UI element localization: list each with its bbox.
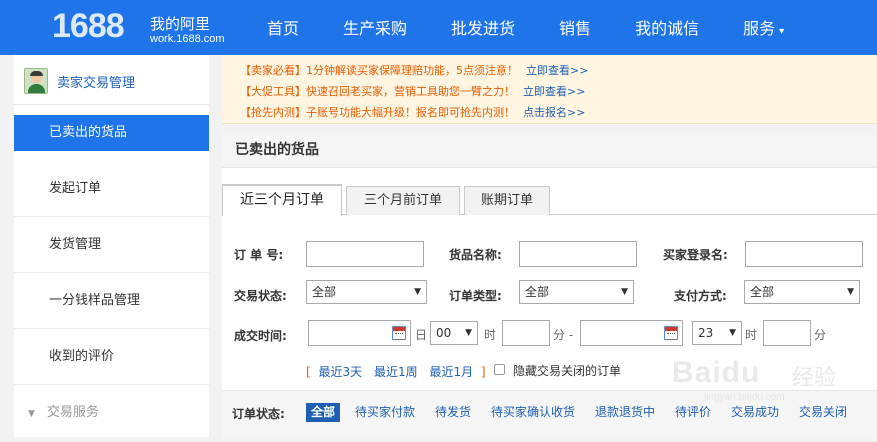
nav-home[interactable]: 首页 — [245, 0, 321, 55]
caret-down-icon: ▼ — [28, 409, 35, 419]
baidu-watermark: Baidu 经验 jingyan.baidu.com — [672, 348, 872, 408]
quick-range-3-days[interactable]: 最近3天 — [319, 365, 363, 379]
sidebar-group-trade-services[interactable]: ▼ 交易服务 — [14, 385, 209, 441]
trade-status-value: 全部 — [312, 285, 337, 299]
notice-item: 【大促工具】快速召回老买家，营销工具助您一臂之力！ 立即查看>> — [240, 81, 877, 102]
order-type-label: 订单类型: — [449, 289, 502, 303]
notice-text: 【大促工具】快速召回老买家，营销工具助您一臂之力！ — [240, 85, 515, 98]
start-date-input[interactable] — [308, 320, 411, 346]
notice-item: 【抢先内测】子账号功能大幅升级！报名即可抢先内测！ 点击报名>> — [240, 102, 877, 123]
nav-services[interactable]: 服务 ▾ — [721, 0, 806, 55]
end-minute-input[interactable] — [763, 320, 811, 346]
status-refunding[interactable]: 退款退货中 — [591, 403, 659, 422]
dropdown-arrow-icon: ▼ — [847, 287, 854, 297]
dropdown-arrow-icon: ▼ — [414, 287, 421, 297]
order-no-input[interactable] — [306, 241, 424, 267]
quick-range-1-week[interactable]: 最近1周 — [374, 365, 418, 379]
trade-status-label: 交易状态: — [234, 289, 287, 303]
chevron-down-icon: ▾ — [779, 26, 785, 37]
sidebar-item-shipping[interactable]: 发货管理 — [14, 217, 209, 273]
nav-production-purchase[interactable]: 生产采购 — [321, 0, 429, 55]
status-awaiting-receipt[interactable]: 待买家确认收货 — [487, 403, 579, 422]
sidebar-group-label: 交易服务 — [46, 405, 99, 420]
buyer-login-input[interactable] — [745, 241, 863, 267]
nav-wholesale[interactable]: 批发进货 — [429, 0, 537, 55]
quick-range-1-month[interactable]: 最近1月 — [429, 365, 473, 379]
deal-time-label: 成交时间: — [234, 329, 287, 343]
hour-unit: 时 — [484, 328, 497, 342]
order-type-value: 全部 — [525, 285, 550, 299]
goods-name-input[interactable] — [519, 241, 637, 267]
dropdown-arrow-icon: ▼ — [729, 328, 736, 338]
tab-credit-orders[interactable]: 账期订单 — [464, 186, 550, 215]
sidebar-title[interactable]: 卖家交易管理 — [57, 72, 135, 91]
dropdown-arrow-icon: ▼ — [465, 328, 472, 338]
goods-name-label: 货品名称: — [449, 248, 502, 262]
order-no-label: 订 单 号: — [234, 248, 284, 262]
notice-text: 【卖家必看】1分钟解读买家保障理赔功能，5点须注意！ — [240, 64, 518, 77]
logo-url: work.1688.com — [150, 33, 225, 45]
dropdown-arrow-icon: ▼ — [621, 287, 628, 297]
watermark-cn: 经验 — [792, 366, 837, 391]
minute-unit: 分 — [814, 328, 827, 342]
sidebar-header: 卖家交易管理 — [14, 55, 209, 105]
bracket-close: ] — [480, 365, 486, 379]
tab-older-than-three-months[interactable]: 三个月前订单 — [346, 186, 460, 215]
order-status-label: 订单状态: — [232, 407, 285, 421]
status-awaiting-payment[interactable]: 待买家付款 — [351, 403, 419, 422]
watermark-url: jingyan.baidu.com — [704, 392, 785, 403]
user-avatar-icon — [24, 68, 48, 94]
notice-item: 【卖家必看】1分钟解读买家保障理赔功能，5点须注意！ 立即查看>> — [240, 60, 877, 81]
nav-integrity[interactable]: 我的诚信 — [613, 0, 721, 55]
hide-closed-checkbox[interactable] — [494, 364, 505, 375]
notice-link[interactable]: 立即查看>> — [523, 85, 585, 98]
sidebar-item-reviews[interactable]: 收到的评价 — [14, 329, 209, 385]
pay-method-value: 全部 — [750, 285, 775, 299]
tab-recent-three-months[interactable]: 近三个月订单 — [222, 184, 342, 216]
nav-services-label: 服务 — [743, 19, 776, 38]
start-hour-select[interactable]: 00 ▼ — [430, 321, 478, 345]
pay-method-select[interactable]: 全部 ▼ — [744, 280, 860, 304]
notice-text: 【抢先内测】子账号功能大幅升级！报名即可抢先内测！ — [240, 106, 515, 119]
calendar-icon[interactable] — [664, 326, 678, 340]
hide-closed-label[interactable]: 隐藏交易关闭的订单 — [513, 362, 621, 379]
pay-method-label: 支付方式: — [674, 289, 727, 303]
end-date-input[interactable] — [580, 320, 683, 346]
hour-unit: 时 — [745, 328, 758, 342]
sidebar-item-sold-goods[interactable]: 已卖出的货品 — [14, 115, 209, 151]
sidebar-item-create-order[interactable]: 发起订单 — [14, 161, 209, 217]
calendar-icon[interactable] — [392, 326, 406, 340]
notice-link[interactable]: 立即查看>> — [526, 64, 588, 77]
sidebar-item-sample[interactable]: 一分钱样品管理 — [14, 273, 209, 329]
start-minute-input[interactable] — [502, 320, 550, 346]
status-all[interactable]: 全部 — [306, 403, 341, 422]
top-navigation-bar: 1688 我的阿里 work.1688.com 首页 生产采购 批发进货 销售 … — [0, 0, 877, 55]
page-title: 已卖出的货品 — [222, 132, 877, 168]
notice-banner: 【卖家必看】1分钟解读买家保障理赔功能，5点须注意！ 立即查看>> 【大促工具】快… — [222, 55, 877, 124]
watermark-brand: Baidu — [672, 356, 761, 389]
minute-separator: 分 - — [553, 328, 574, 342]
end-hour-value: 23 — [698, 326, 714, 340]
start-hour-value: 00 — [436, 326, 452, 340]
sidebar: 卖家交易管理 已卖出的货品 发起订单 发货管理 一分钱样品管理 收到的评价 ▼ 交… — [14, 55, 209, 437]
nav-sales[interactable]: 销售 — [537, 0, 613, 55]
logo[interactable]: 1688 — [0, 0, 143, 55]
logo-title[interactable]: 我的阿里 — [150, 13, 210, 34]
order-tabs: 近三个月订单 三个月前订单 账期订单 — [222, 184, 877, 216]
quick-range-links: [ 最近3天 最近1周 最近1月 ] — [306, 363, 486, 380]
logo-number: 1688 — [52, 7, 125, 45]
status-awaiting-shipment[interactable]: 待发货 — [431, 403, 475, 422]
buyer-login-label: 买家登录名: — [663, 248, 728, 262]
end-hour-select[interactable]: 23 ▼ — [692, 321, 742, 345]
order-type-select[interactable]: 全部 ▼ — [519, 280, 634, 304]
main-nav: 首页 生产采购 批发进货 销售 我的诚信 服务 ▾ — [245, 0, 806, 55]
bracket-open: [ — [306, 365, 311, 379]
trade-status-select[interactable]: 全部 ▼ — [306, 280, 427, 304]
day-unit: 日 — [415, 328, 428, 342]
notice-link[interactable]: 点击报名>> — [523, 106, 585, 119]
